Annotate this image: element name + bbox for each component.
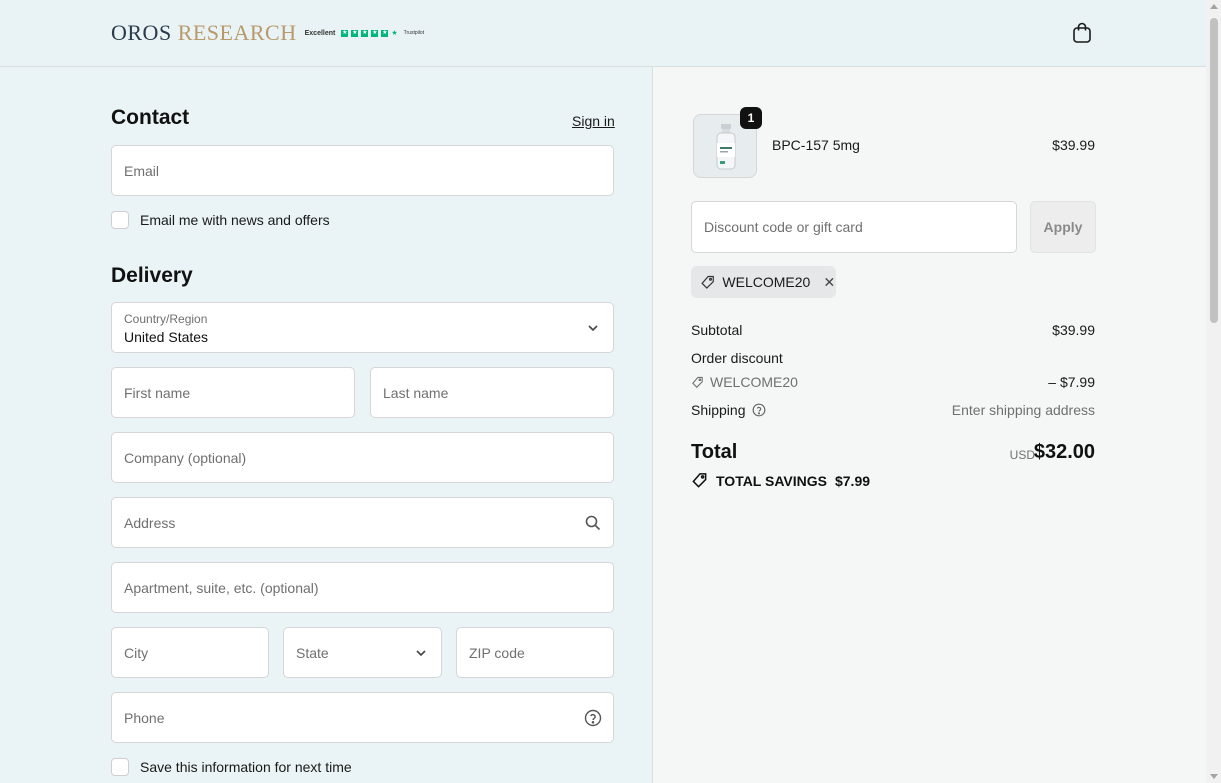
- vial-image: [716, 124, 736, 170]
- city-placeholder: City: [124, 645, 149, 661]
- shipping-label: Shipping: [691, 402, 746, 418]
- discount-code-placeholder: Discount code or gift card: [704, 219, 863, 235]
- order-summary-panel: 1 BPC-157 5mg $39.99 Discount code or gi…: [652, 67, 1206, 783]
- discount-code-row: WELCOME20: [691, 374, 798, 390]
- logo-accent-text: RESEARCH: [177, 20, 297, 45]
- sign-in-link[interactable]: Sign in: [572, 113, 615, 129]
- quantity-badge: 1: [740, 107, 762, 129]
- last-name-field[interactable]: Last name: [370, 367, 614, 418]
- discount-code-text: WELCOME20: [710, 374, 798, 390]
- chevron-down-icon: [416, 650, 426, 657]
- subtotal-label: Subtotal: [691, 322, 743, 338]
- save-info-label: Save this information for next time: [140, 759, 352, 775]
- product-price: $39.99: [1052, 137, 1095, 153]
- star-icon: ★: [351, 29, 359, 37]
- apartment-field[interactable]: Apartment, suite, etc. (optional): [111, 562, 614, 613]
- company-placeholder: Company (optional): [124, 450, 247, 466]
- logo-main-text: OROS: [111, 20, 172, 45]
- star-icon: ★: [381, 29, 389, 37]
- scroll-up-arrow-icon[interactable]: [1210, 4, 1218, 9]
- total-savings-value: $7.99: [834, 472, 871, 489]
- address-placeholder: Address: [124, 515, 176, 531]
- last-name-placeholder: Last name: [383, 385, 449, 401]
- product-name: BPC-157 5mg: [772, 137, 860, 153]
- total-savings-row: TOTAL SAVINGS $7.99: [691, 472, 870, 489]
- trustpilot-star-icon: ★: [391, 30, 398, 37]
- newsletter-checkbox[interactable]: [111, 211, 129, 229]
- checkout-form-panel: Contact Sign in Email Email me with news…: [0, 67, 652, 783]
- apply-discount-button[interactable]: Apply: [1030, 201, 1096, 253]
- close-icon[interactable]: [823, 275, 836, 289]
- country-label: Country/Region: [124, 312, 208, 326]
- help-circle-icon[interactable]: [584, 709, 602, 727]
- apartment-placeholder: Apartment, suite, etc. (optional): [124, 580, 319, 596]
- scrollbar-thumb[interactable]: [1210, 18, 1218, 323]
- first-name-placeholder: First name: [124, 385, 191, 401]
- applied-discount-chip: WELCOME20: [691, 266, 836, 298]
- cart-button[interactable]: [1070, 21, 1094, 45]
- trustpilot-rating-text: Excellent: [304, 29, 336, 37]
- delivery-heading: Delivery: [111, 264, 193, 287]
- save-info-checkbox[interactable]: [111, 758, 129, 776]
- discount-code-field[interactable]: Discount code or gift card: [691, 201, 1017, 253]
- save-info-checkbox-row[interactable]: Save this information for next time: [111, 758, 352, 776]
- site-header: OROS RESEARCH Excellent ★ ★ ★ ★ ★ ★ Trus…: [0, 0, 1206, 67]
- contact-heading: Contact: [111, 106, 190, 129]
- first-name-field[interactable]: First name: [111, 367, 355, 418]
- email-field[interactable]: Email: [111, 145, 614, 196]
- scroll-down-arrow-icon[interactable]: [1210, 774, 1218, 779]
- tag-icon: [701, 275, 714, 289]
- total-savings-label: TOTAL SAVINGS: [716, 472, 827, 489]
- city-field[interactable]: City: [111, 627, 269, 678]
- total-currency: USD: [1009, 448, 1035, 462]
- page-scrollbar[interactable]: [1206, 0, 1221, 783]
- star-icon: ★: [341, 29, 349, 37]
- brand-logo[interactable]: OROS RESEARCH Excellent ★ ★ ★ ★ ★ ★ Trus…: [111, 20, 424, 46]
- email-placeholder: Email: [124, 163, 160, 179]
- state-select[interactable]: State: [283, 627, 442, 678]
- trustpilot-badge: Excellent ★ ★ ★ ★ ★ ★ Trustpilot: [305, 29, 424, 37]
- trustpilot-brand-text: Trustpilot: [403, 30, 425, 36]
- help-circle-icon[interactable]: [752, 403, 766, 417]
- order-discount-label: Order discount: [691, 350, 783, 366]
- phone-field[interactable]: Phone: [111, 692, 614, 743]
- discount-amount: – $7.99: [1048, 374, 1095, 390]
- country-select[interactable]: Country/Region United States: [111, 302, 614, 353]
- company-field[interactable]: Company (optional): [111, 432, 614, 483]
- shopping-bag-icon: [1073, 22, 1091, 43]
- newsletter-checkbox-row[interactable]: Email me with news and offers: [111, 211, 330, 229]
- zip-code-placeholder: ZIP code: [469, 645, 525, 661]
- shipping-value: Enter shipping address: [951, 402, 1095, 418]
- tag-icon: [692, 376, 703, 388]
- product-thumbnail: 1: [693, 107, 762, 178]
- star-icon: ★: [361, 29, 369, 37]
- applied-discount-code: WELCOME20: [722, 274, 811, 290]
- chevron-down-icon: [588, 325, 598, 332]
- country-value: United States: [124, 329, 209, 345]
- total-label: Total: [691, 441, 738, 463]
- newsletter-label: Email me with news and offers: [140, 212, 330, 228]
- star-icon: ★: [371, 29, 379, 37]
- tag-icon: [692, 473, 707, 488]
- subtotal-value: $39.99: [1052, 322, 1095, 338]
- shipping-row: Shipping: [691, 402, 766, 418]
- search-icon[interactable]: [584, 514, 602, 532]
- phone-placeholder: Phone: [124, 710, 165, 726]
- state-placeholder: State: [296, 645, 329, 661]
- zip-code-field[interactable]: ZIP code: [456, 627, 614, 678]
- address-field[interactable]: Address: [111, 497, 614, 548]
- total-value: $32.00: [1033, 441, 1095, 463]
